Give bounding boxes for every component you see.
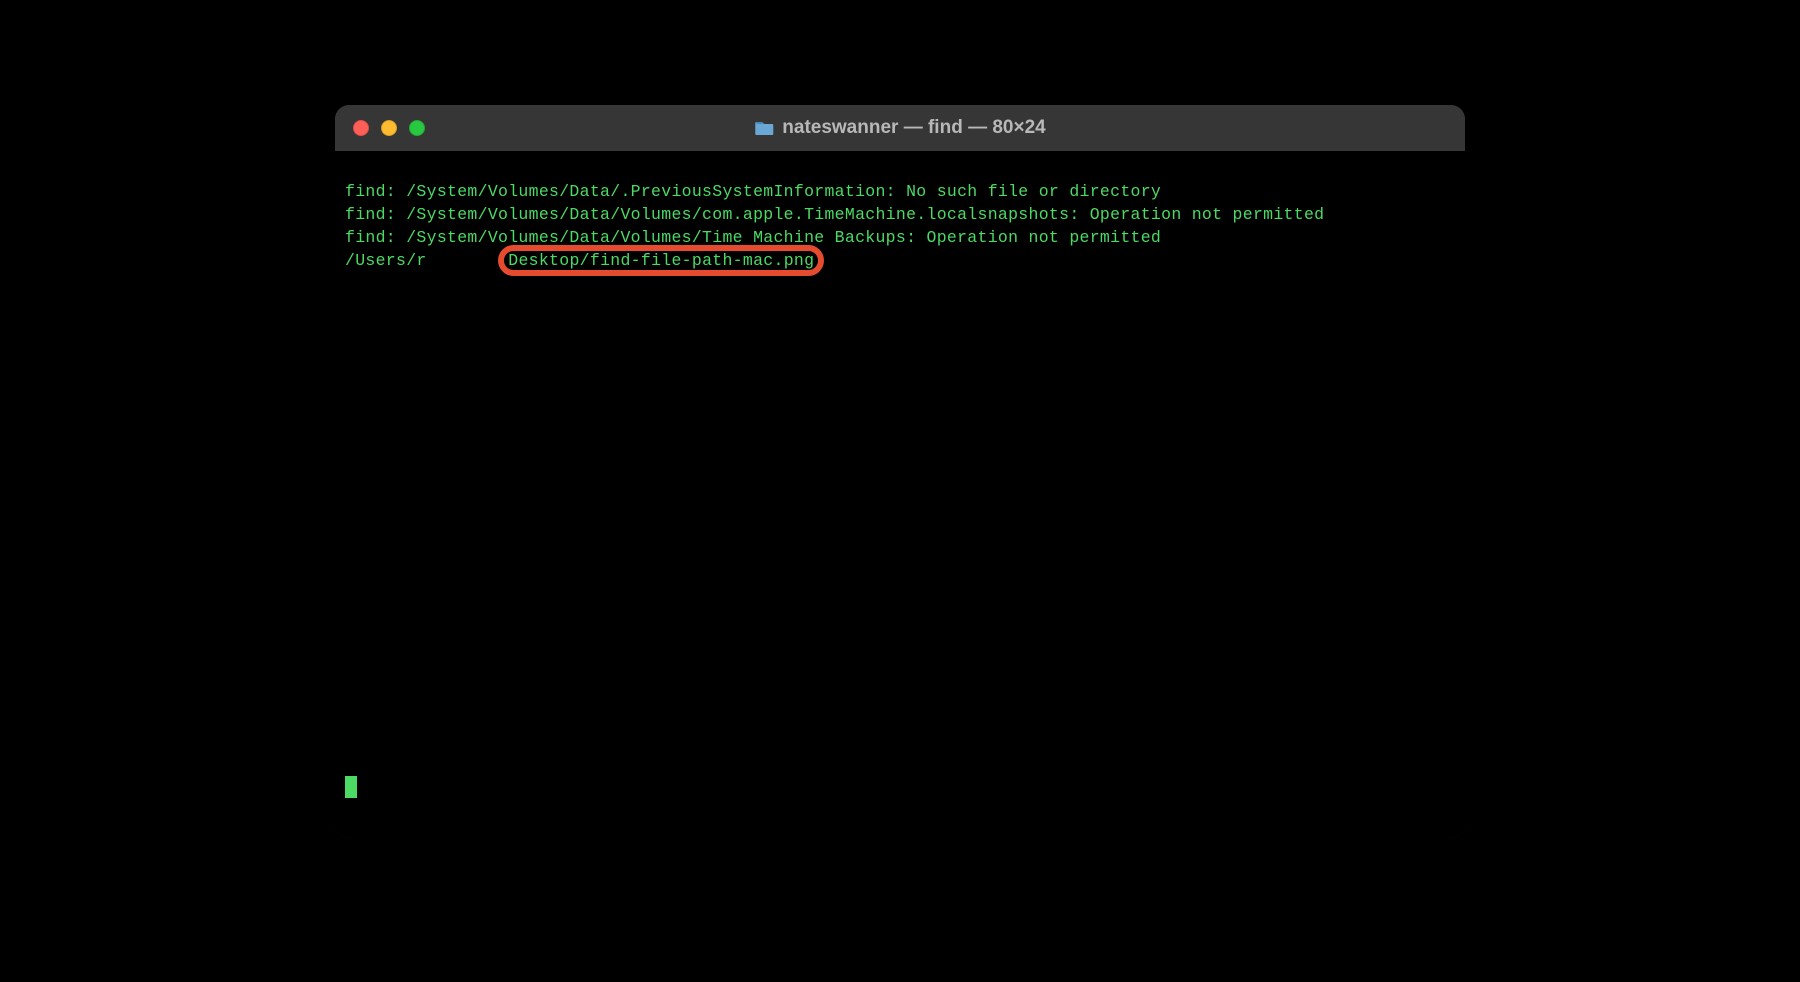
title-bar[interactable]: nateswanner — find — 80×24 [335, 105, 1465, 151]
terminal-window: nateswanner — find — 80×24 find: /System… [335, 105, 1465, 838]
output-text: /Users/r [345, 251, 427, 270]
traffic-lights [353, 120, 425, 136]
terminal-output: find: /System/Volumes/Data/.PreviousSyst… [345, 157, 1455, 342]
minimize-button[interactable] [381, 120, 397, 136]
window-title: nateswanner — find — 80×24 [782, 117, 1045, 139]
output-line: find: /System/Volumes/Data/Volumes/com.a… [345, 203, 1455, 226]
terminal-cursor [345, 776, 357, 798]
output-line: /Users/r Desktop/find-file-path-mac.png [345, 249, 1455, 272]
terminal-body[interactable]: find: /System/Volumes/Data/.PreviousSyst… [335, 151, 1465, 838]
output-line: find: /System/Volumes/Data/.PreviousSyst… [345, 180, 1455, 203]
close-button[interactable] [353, 120, 369, 136]
folder-icon [754, 120, 774, 136]
maximize-button[interactable] [409, 120, 425, 136]
highlighted-path: Desktop/find-file-path-mac.png [508, 251, 814, 270]
window-title-area: nateswanner — find — 80×24 [754, 117, 1045, 139]
output-line: find: /System/Volumes/Data/Volumes/Time … [345, 226, 1455, 249]
output-text [427, 251, 509, 270]
